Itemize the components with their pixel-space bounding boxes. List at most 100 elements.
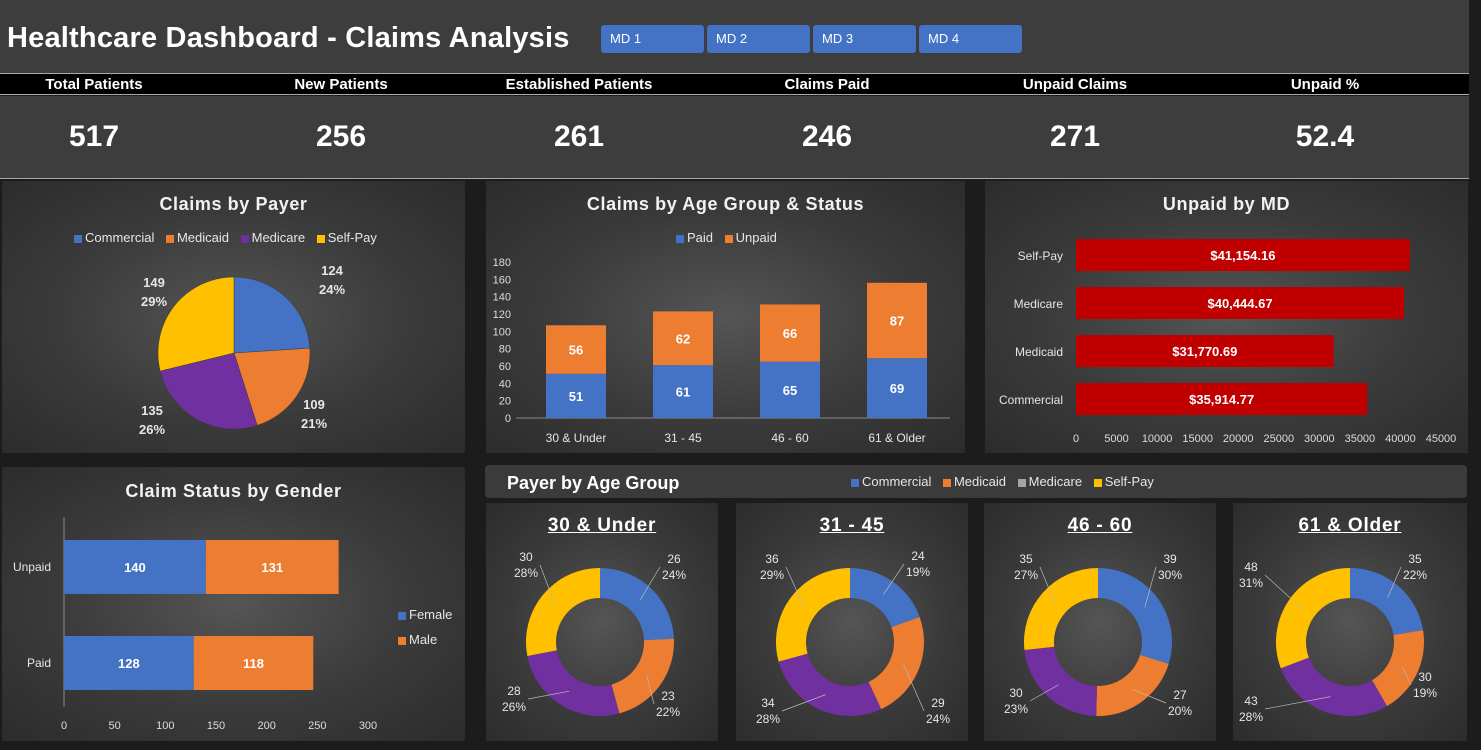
donut-percent-label: 23% <box>1004 702 1028 716</box>
payer-by-age-header: Payer by Age Group Commercial Medicaid M… <box>485 465 1467 498</box>
pie-value-label: 109 <box>303 397 325 412</box>
donut-value-label: 28 <box>507 684 521 698</box>
donut-slice-medicaid <box>868 616 924 710</box>
legend-medicare: Medicare <box>1028 474 1083 489</box>
donut-value-label: 23 <box>661 689 675 703</box>
bar-data-label: 140 <box>124 560 146 575</box>
kpi-label-new-patients: New Patients <box>294 76 388 93</box>
donut-panel-61-older: 61 & Older 35 22% 30 19% 43 28% 48 31% <box>1233 503 1467 741</box>
kpi-label-total-patients: Total Patients <box>45 76 143 93</box>
kpi-value-total-patients: 517 <box>68 120 120 153</box>
donut-percent-label: 28% <box>756 712 780 726</box>
md-3-button[interactable]: MD 3 <box>813 25 916 53</box>
donut-percent-label: 26% <box>502 700 526 714</box>
donut-slice-self-pay <box>776 568 850 662</box>
pie-percent-label: 29% <box>141 294 167 309</box>
header-bar: Healthcare Dashboard - Claims Analysis M… <box>0 0 1469 74</box>
kpi-label-unpaid-claims: Unpaid Claims <box>1022 76 1128 93</box>
y-tick-label: 180 <box>493 257 511 269</box>
x-tick-label: 5000 <box>1104 433 1128 445</box>
donut-percent-label: 19% <box>906 565 930 579</box>
x-category-label: 31 - 45 <box>664 431 702 445</box>
donut-value-label: 36 <box>765 552 779 566</box>
y-category-label: Medicare <box>1014 297 1064 311</box>
y-category-label: Unpaid <box>13 560 51 574</box>
y-category-label: Commercial <box>999 393 1063 407</box>
x-tick-label: 15000 <box>1182 433 1213 445</box>
donut-percent-label: 19% <box>1413 686 1437 700</box>
donut-percent-label: 28% <box>1239 710 1263 724</box>
donut-value-label: 24 <box>911 549 925 563</box>
y-tick-label: 20 <box>499 396 511 408</box>
page-title: Healthcare Dashboard - Claims Analysis <box>7 22 570 54</box>
pie-percent-label: 26% <box>139 422 165 437</box>
kpi-value-row: 517 256 261 246 271 52.4 <box>0 96 1469 179</box>
kpi-label-established-patients: Established Patients <box>505 76 653 93</box>
x-tick-label: 200 <box>257 720 275 732</box>
kpi-value-unpaid-claims: 271 <box>1049 120 1101 153</box>
bar-data-label: 61 <box>676 385 690 400</box>
donut-value-label: 48 <box>1244 560 1258 574</box>
donut-panel-30-under: 30 & Under 26 24% 23 22% 28 26% 30 28% <box>486 503 718 741</box>
donut-slice-medicare <box>1024 646 1097 716</box>
pie-percent-label: 24% <box>319 282 345 297</box>
selfpay-swatch <box>1093 478 1102 487</box>
x-category-label: 46 - 60 <box>771 431 809 445</box>
pie-value-label: 124 <box>321 263 343 278</box>
donut-value-label: 39 <box>1163 552 1177 566</box>
x-tick-label: 25000 <box>1263 433 1294 445</box>
bar-data-label: 62 <box>676 331 690 346</box>
bar-data-label: 51 <box>569 389 583 404</box>
donut-percent-label: 22% <box>1403 568 1427 582</box>
bar-data-label: 65 <box>783 383 797 398</box>
donut-percent-label: 24% <box>662 568 686 582</box>
legend-selfpay: Self-Pay <box>1104 474 1154 489</box>
donut-percent-label: 30% <box>1158 568 1182 582</box>
donut-value-label: 26 <box>667 552 681 566</box>
x-tick-label: 45000 <box>1426 433 1457 445</box>
donut-percent-label: 29% <box>760 568 784 582</box>
medicaid-swatch <box>942 478 951 487</box>
donut-slice-medicare <box>527 650 620 716</box>
x-tick-label: 300 <box>359 720 377 732</box>
md-4-button[interactable]: MD 4 <box>919 25 1022 53</box>
donut-value-label: 35 <box>1019 552 1033 566</box>
md-2-button[interactable]: MD 2 <box>707 25 810 53</box>
kpi-value-unpaid-percent: 52.4 <box>1295 120 1355 153</box>
bar-data-label: 87 <box>890 314 904 329</box>
gender-chart: 140 131 Unpaid 128 118 Paid 0 50 100 150 200 250 300 <box>13 517 377 732</box>
pie-slice-commercial <box>233 276 311 354</box>
donut-percent-label: 31% <box>1239 576 1263 590</box>
y-tick-label: 60 <box>499 361 511 373</box>
bar-data-label: $40,444.67 <box>1207 296 1272 311</box>
donut-percent-label: 28% <box>514 566 538 580</box>
x-tick-label: 10000 <box>1142 433 1173 445</box>
legend-medicaid: Medicaid <box>953 474 1006 489</box>
y-tick-label: 140 <box>493 292 511 304</box>
donut-chart-46-60: 39 30% 27 20% 30 23% 35 27% <box>1004 552 1192 718</box>
donut-value-label: 30 <box>519 550 533 564</box>
bar-data-label: 128 <box>118 656 140 671</box>
bar-data-label: $41,154.16 <box>1210 248 1275 263</box>
y-tick-label: 100 <box>493 326 511 338</box>
donut-value-label: 27 <box>1173 688 1187 702</box>
donut-slice-commercial <box>1098 568 1172 664</box>
age-status-panel: Claims by Age Group & Status Paid Unpaid… <box>486 181 965 453</box>
donut-chart-61-older: 35 22% 30 19% 43 28% 48 31% <box>1239 552 1437 724</box>
kpi-label-unpaid-percent: Unpaid % <box>1290 76 1360 93</box>
y-tick-label: 120 <box>493 309 511 321</box>
y-category-label: Self-Pay <box>1018 249 1063 263</box>
x-tick-label: 0 <box>1073 433 1079 445</box>
bar-data-label: 131 <box>261 560 283 575</box>
donut-percent-label: 20% <box>1168 704 1192 718</box>
x-tick-label: 20000 <box>1223 433 1254 445</box>
x-tick-label: 30000 <box>1304 433 1335 445</box>
md-1-button[interactable]: MD 1 <box>601 25 704 53</box>
kpi-value-new-patients: 256 <box>315 120 367 153</box>
donut-slice-self-pay <box>1276 568 1350 669</box>
y-tick-label: 80 <box>499 344 511 356</box>
kpi-label-row: Total Patients New Patients Established … <box>0 74 1469 95</box>
bar-data-label: 118 <box>243 656 264 671</box>
bar-data-label: 66 <box>783 326 797 341</box>
claims-by-payer-panel: Claims by Payer Commercial Medicaid Medi… <box>2 181 465 453</box>
